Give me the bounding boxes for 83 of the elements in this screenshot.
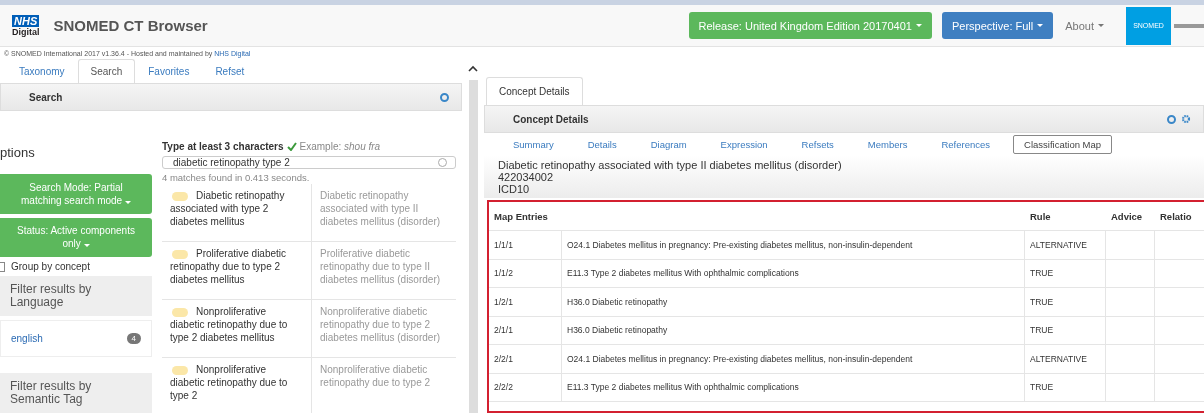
table-cell: H36.0 Diabetic retinopathy: [562, 288, 1025, 317]
subtab[interactable]: Refsets: [790, 134, 845, 154]
concept-name: Diabetic retinopathy associated with type II diabetes mellitus (disorder): [498, 159, 843, 171]
search-hint: Type at least 3 characters Example: shou fra: [162, 140, 382, 154]
search-mode-button[interactable]: Search Mode: Partial matching search mode: [0, 174, 152, 214]
history-icon[interactable]: [1167, 114, 1176, 124]
result-fsn: Nonproliferative diabetic retinopathy due to type 2 diabetes mellitus (disorder): [319, 305, 442, 345]
concept-icon: [172, 191, 188, 201]
tab[interactable]: Search: [77, 59, 136, 83]
status-button[interactable]: Status: Active components only: [0, 217, 152, 257]
concept-icon: [172, 249, 188, 259]
logo-text: NHS: [12, 14, 40, 27]
caret-icon: [1037, 24, 1044, 27]
table-cell: E11.3 Type 2 diabetes mellitus With ophthalmic complications: [562, 259, 1025, 288]
table-cell: [1106, 259, 1155, 288]
filter-header: Filter results by Language: [0, 276, 152, 316]
table-cell: O24.1 Diabetes mellitus in pregnancy: Pre-existing diabetes mellitus, non-insulin-dependent: [562, 345, 1025, 374]
table-cell: [1106, 316, 1155, 345]
table-cell: TRUE: [1025, 373, 1106, 402]
column-header: Rule: [1025, 202, 1106, 231]
subtab[interactable]: References: [930, 134, 1001, 154]
result-term[interactable]: Proliferative diabetic retinopathy due to type 2 diabetes mellitus: [162, 242, 312, 299]
column-header: Relatio: [1155, 202, 1204, 231]
count-badge: 4: [126, 333, 141, 344]
tab[interactable]: Taxonomy: [6, 59, 78, 83]
filter-item[interactable]: english 4: [0, 320, 152, 357]
caret-icon: [915, 24, 922, 27]
concept-icon: [172, 307, 188, 317]
table-cell: 1/1/1: [489, 231, 562, 260]
table-cell: [1106, 288, 1155, 317]
logo-subtext: Digital: [12, 26, 40, 37]
table-cell: ALTERNATIVE: [1025, 345, 1106, 374]
table-cell: 1/1/2: [489, 259, 562, 288]
tab[interactable]: Favorites: [135, 59, 203, 83]
panel-title: Search: [29, 91, 64, 103]
wordmark-drawing: [1174, 21, 1204, 30]
options-title: ptions: [0, 144, 36, 160]
map-name: ICD10: [498, 183, 531, 195]
concept-id: 422034002: [498, 171, 555, 183]
table-cell: 2/2/1: [489, 345, 562, 374]
table-cell: TRUE: [1025, 288, 1106, 317]
subtab[interactable]: Diagram: [639, 134, 698, 154]
about-menu[interactable]: About: [1065, 19, 1104, 32]
table-cell: 2/2/2: [489, 373, 562, 402]
filter-header: Filter results by Semantic Tag: [0, 373, 152, 413]
app-title: SNOMED CT Browser: [53, 17, 208, 34]
subtab[interactable]: Summary: [502, 134, 565, 154]
result-fsn: Nonproliferative diabetic retinopathy due to type 2: [319, 363, 432, 390]
table-cell: O24.1 Diabetes mellitus in pregnancy: Pre-existing diabetes mellitus, non-insulin-dependent: [562, 231, 1025, 260]
result-term[interactable]: Nonproliferative diabetic retinopathy due to type 2 diabetes mellitus: [162, 300, 312, 357]
search-field[interactable]: diabetic retinopathy type 2: [162, 156, 456, 169]
result-term[interactable]: Nonproliferative diabetic retinopathy due to type 2: [162, 358, 312, 413]
group-by-checkbox[interactable]: Group by concept: [0, 261, 155, 272]
results-summary: 4 matches found in 0.413 seconds.: [162, 171, 311, 184]
release-button[interactable]: Release: United Kingdom Edition 20170401: [688, 12, 932, 39]
history-icon[interactable]: [440, 92, 449, 102]
collapse-icon[interactable]: [468, 65, 478, 72]
table-cell: ALTERNATIVE: [1025, 231, 1106, 260]
table-cell: [1106, 373, 1155, 402]
table-cell: [1106, 345, 1155, 374]
result-fsn: Proliferative diabetic retinopathy due to type II diabetes mellitus (disorder): [319, 247, 442, 287]
table-cell: E11.3 Type 2 diabetes mellitus With ophthalmic complications: [562, 373, 1025, 402]
check-icon: [286, 142, 297, 151]
subtab[interactable]: Members: [856, 134, 919, 154]
subtab[interactable]: Details: [576, 134, 628, 154]
tab[interactable]: Refset: [202, 59, 258, 83]
table-cell: 2/1/1: [489, 316, 562, 345]
subtab[interactable]: Classification Map: [1013, 134, 1113, 154]
panel-title: Concept Details: [513, 113, 590, 125]
subtab[interactable]: Expression: [709, 134, 779, 154]
column-header: Map Entries: [489, 202, 562, 231]
table-cell: TRUE: [1025, 259, 1106, 288]
result-fsn: Diabetic retinopathy associated with type II diabetes mellitus (disorder): [319, 189, 442, 229]
column-header: Advice: [1106, 202, 1155, 231]
table-cell: TRUE: [1025, 316, 1106, 345]
settings-icon[interactable]: [1181, 114, 1191, 124]
table-cell: [1106, 231, 1155, 260]
table-cell: 1/2/1: [489, 288, 562, 317]
scrollbar[interactable]: [468, 80, 478, 413]
perspective-button[interactable]: Perspective: Full: [941, 12, 1054, 39]
result-term[interactable]: Diabetic retinopathy associated with type 2 diabetes mellitus: [162, 184, 312, 241]
concept-icon: [172, 365, 188, 375]
table-cell: H36.0 Diabetic retinopathy: [562, 316, 1025, 345]
